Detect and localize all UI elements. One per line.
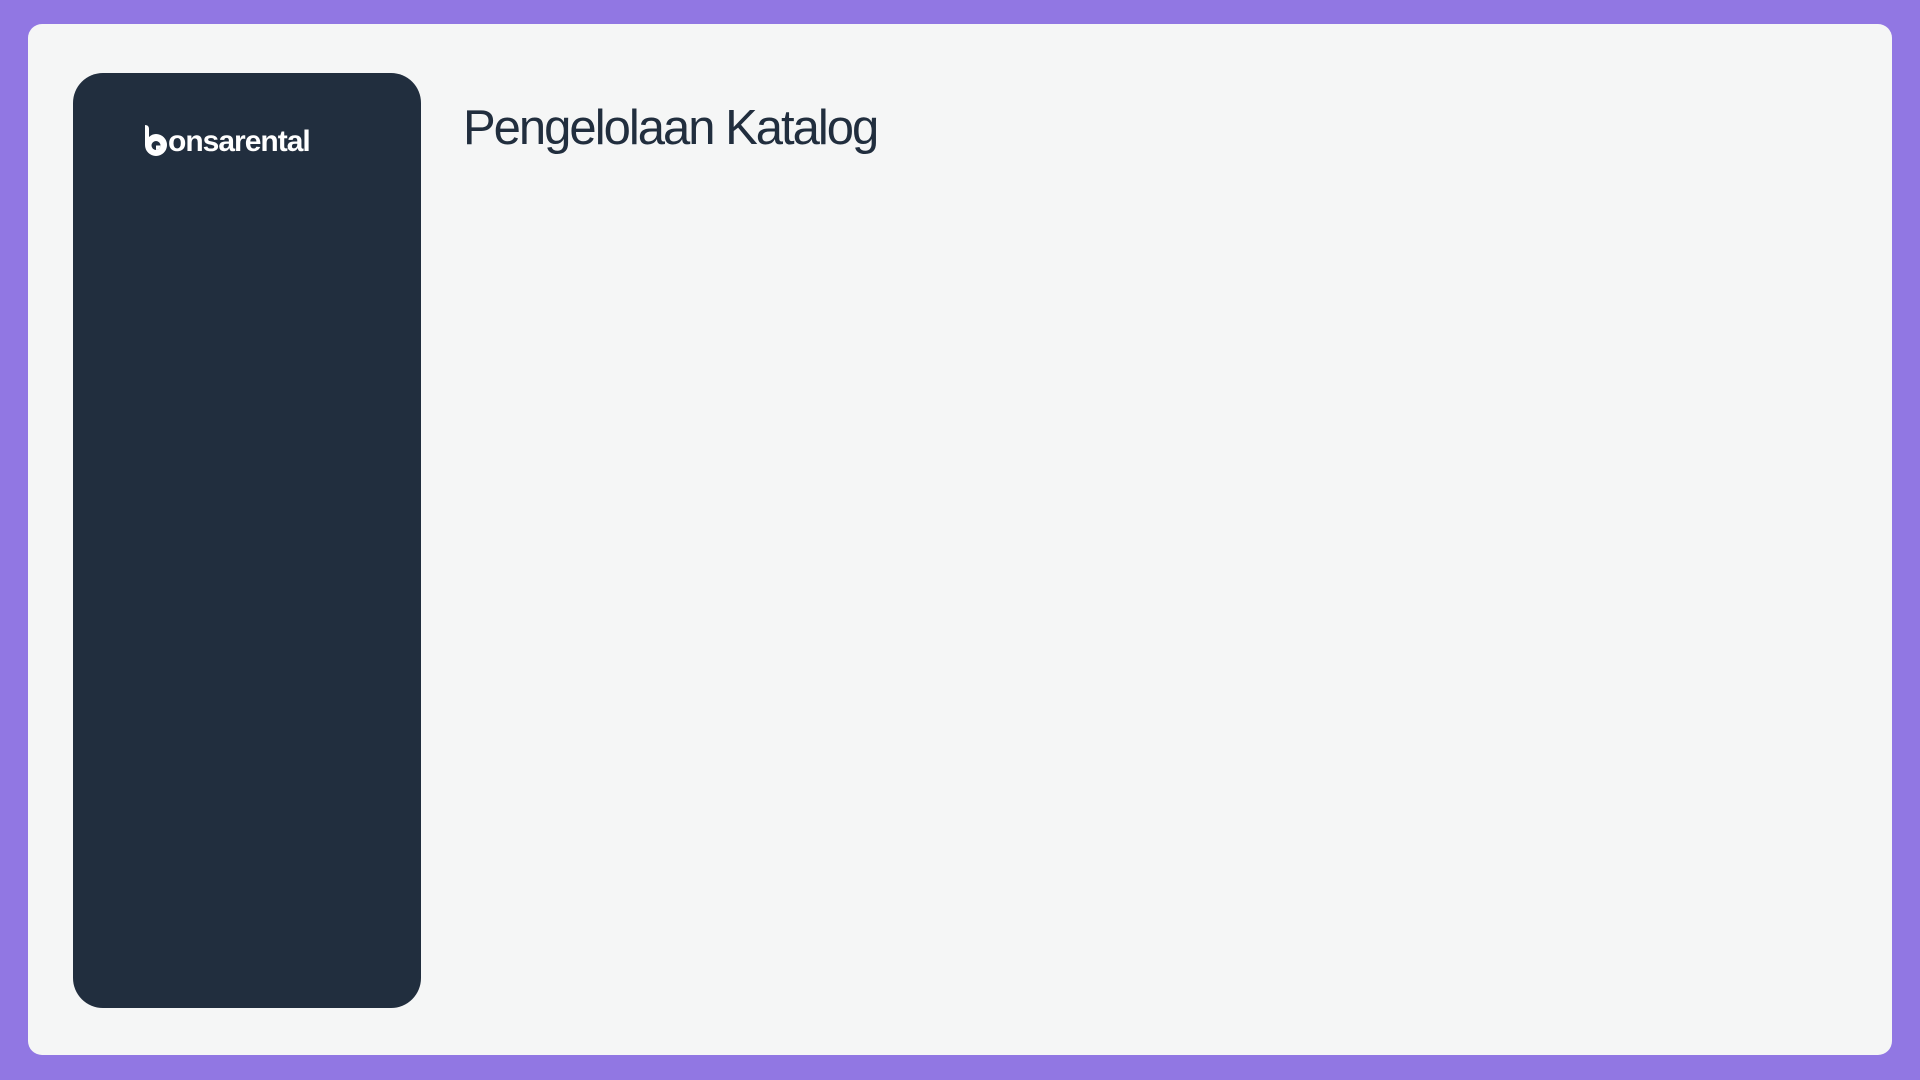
logo-b-icon bbox=[145, 125, 167, 156]
page-title: Pengelolaan Katalog bbox=[463, 101, 879, 155]
app-window: onsarental Pengelolaan Katalog bbox=[28, 24, 1892, 1055]
logo-text: onsarental bbox=[168, 125, 311, 158]
brand-logo[interactable]: onsarental bbox=[143, 119, 311, 159]
sidebar: onsarental bbox=[73, 73, 421, 1008]
